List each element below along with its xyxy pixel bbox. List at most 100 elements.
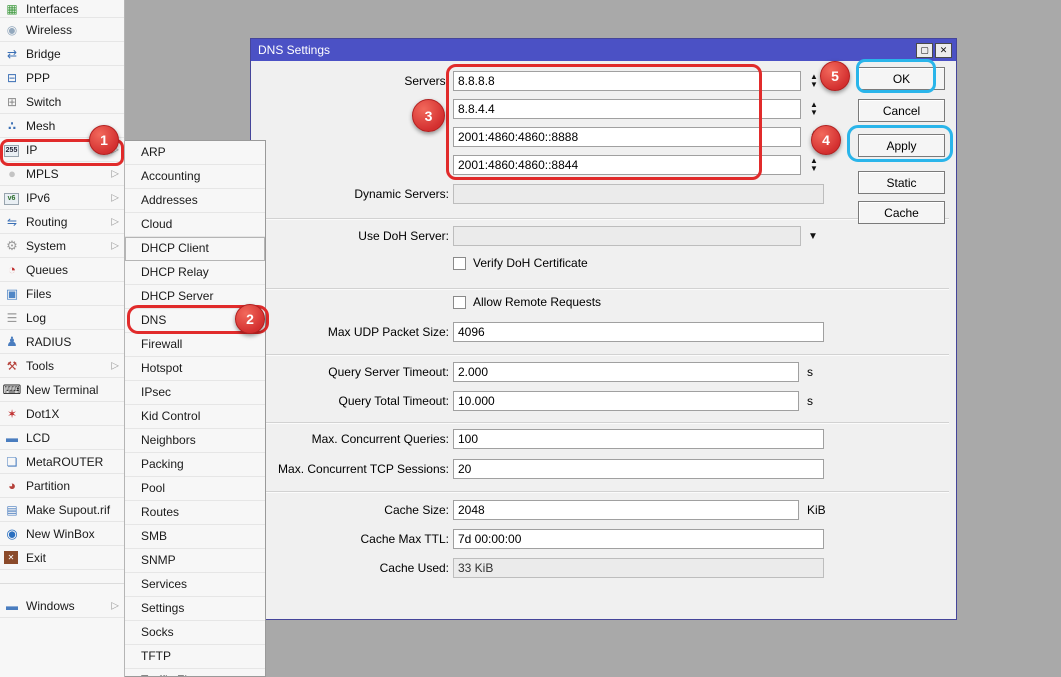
submenu-item-accounting[interactable]: Accounting <box>125 165 265 189</box>
sidebar-item-new-winbox[interactable]: New WinBox <box>0 522 124 546</box>
servers-spinner-2[interactable]: ▲▼ <box>807 99 821 119</box>
dropdown-arrow-icon[interactable]: ▼ <box>808 231 818 242</box>
submenu-item-kid-control[interactable]: Kid Control <box>125 405 265 429</box>
cache-used-label: Cache Used: <box>250 558 449 578</box>
use-doh-server-input[interactable] <box>453 226 801 246</box>
bridge-icon <box>4 46 20 62</box>
switch-icon <box>4 94 20 110</box>
submenu-item-cloud[interactable]: Cloud <box>125 213 265 237</box>
submenu-item-packing[interactable]: Packing <box>125 453 265 477</box>
servers-label: Servers: <box>250 71 449 91</box>
ok-button[interactable]: OK <box>858 67 945 90</box>
sidebar-item-bridge[interactable]: Bridge <box>0 42 124 66</box>
submenu-item-dns[interactable]: DNS <box>125 309 265 333</box>
submenu-item-traffic-flow[interactable]: Traffic Flow <box>125 669 265 677</box>
submenu-item-services[interactable]: Services <box>125 573 265 597</box>
sidebar-item-ipv6[interactable]: IPv6 ▷ <box>0 186 124 210</box>
servers-input-4[interactable] <box>453 155 801 175</box>
query-total-timeout-input[interactable] <box>453 391 799 411</box>
lcd-icon <box>4 430 20 446</box>
max-concurrent-queries-label: Max. Concurrent Queries: <box>250 429 449 449</box>
sidebar-item-ppp[interactable]: PPP <box>0 66 124 90</box>
sidebar-item-make-supout[interactable]: Make Supout.rif <box>0 498 124 522</box>
max-udp-packet-size-input[interactable] <box>453 322 824 342</box>
sidebar-item-routing[interactable]: Routing ▷ <box>0 210 124 234</box>
submenu-item-arp[interactable]: ARP <box>125 141 265 165</box>
sidebar-item-switch[interactable]: Switch <box>0 90 124 114</box>
close-icon[interactable]: ✕ <box>935 43 952 58</box>
group-separator <box>259 491 949 493</box>
ppp-icon <box>4 70 20 86</box>
ip-icon <box>4 145 19 157</box>
query-total-timeout-unit: s <box>807 391 813 411</box>
sidebar-item-queues[interactable]: Queues <box>0 258 124 282</box>
submenu-item-neighbors[interactable]: Neighbors <box>125 429 265 453</box>
cache-button[interactable]: Cache <box>858 201 945 224</box>
dialog-body: Servers: ▲▼ ▲▼ ▲▼ ▲▼ Dynamic Servers: Us… <box>251 61 956 619</box>
queues-icon <box>4 262 20 278</box>
submenu-item-dhcp-client[interactable]: DHCP Client <box>125 237 265 261</box>
servers-spinner-4[interactable]: ▲▼ <box>807 155 821 175</box>
sidebar-item-windows[interactable]: Windows ▷ <box>0 594 124 618</box>
submenu-item-hotspot[interactable]: Hotspot <box>125 357 265 381</box>
verify-doh-certificate-checkbox[interactable] <box>453 257 466 270</box>
dialog-titlebar[interactable]: DNS Settings ▢ ✕ <box>251 39 956 61</box>
partition-icon <box>4 478 20 494</box>
sidebar-item-radius[interactable]: RADIUS <box>0 330 124 354</box>
submenu-item-dhcp-relay[interactable]: DHCP Relay <box>125 261 265 285</box>
max-concurrent-queries-input[interactable] <box>453 429 824 449</box>
query-server-timeout-input[interactable] <box>453 362 799 382</box>
dot1x-icon <box>4 406 20 422</box>
sidebar-item-log[interactable]: Log <box>0 306 124 330</box>
apply-button[interactable]: Apply <box>858 134 945 157</box>
sidebar-item-metarouter[interactable]: MetaROUTER <box>0 450 124 474</box>
sidebar-item-system[interactable]: System ▷ <box>0 234 124 258</box>
submenu-arrow-icon: ▷ <box>111 192 119 203</box>
servers-input-2[interactable] <box>453 99 801 119</box>
submenu-item-dhcp-server[interactable]: DHCP Server <box>125 285 265 309</box>
sidebar-item-wireless[interactable]: Wireless <box>0 18 124 42</box>
sidebar-item-partition[interactable]: Partition <box>0 474 124 498</box>
cache-max-ttl-input[interactable] <box>453 529 824 549</box>
sidebar-item-lcd[interactable]: LCD <box>0 426 124 450</box>
submenu-item-snmp[interactable]: SNMP <box>125 549 265 573</box>
group-separator <box>259 354 949 356</box>
cache-size-input[interactable] <box>453 500 799 520</box>
cancel-button[interactable]: Cancel <box>858 99 945 122</box>
routing-icon <box>4 214 20 230</box>
submenu-item-addresses[interactable]: Addresses <box>125 189 265 213</box>
maximize-icon[interactable]: ▢ <box>916 43 933 58</box>
sidebar-item-files[interactable]: Files <box>0 282 124 306</box>
servers-spinner-3[interactable]: ▲▼ <box>807 127 821 147</box>
static-button[interactable]: Static <box>858 171 945 194</box>
servers-input-3[interactable] <box>453 127 801 147</box>
submenu-item-ipsec[interactable]: IPsec <box>125 381 265 405</box>
ipv6-icon <box>4 193 19 205</box>
submenu-item-socks[interactable]: Socks <box>125 621 265 645</box>
sidebar-item-new-terminal[interactable]: New Terminal <box>0 378 124 402</box>
sidebar-item-ip[interactable]: IP ▷ <box>0 138 124 162</box>
max-concurrent-tcp-sessions-input[interactable] <box>453 459 824 479</box>
query-server-timeout-label: Query Server Timeout: <box>250 362 449 382</box>
max-udp-packet-size-label: Max UDP Packet Size: <box>250 322 449 342</box>
submenu-item-smb[interactable]: SMB <box>125 525 265 549</box>
windows-icon <box>4 598 20 614</box>
submenu-item-tftp[interactable]: TFTP <box>125 645 265 669</box>
submenu-item-firewall[interactable]: Firewall <box>125 333 265 357</box>
submenu-item-pool[interactable]: Pool <box>125 477 265 501</box>
dialog-title: DNS Settings <box>258 43 330 57</box>
submenu-arrow-icon: ▷ <box>111 240 119 251</box>
sidebar-item-exit[interactable]: Exit <box>0 546 124 570</box>
submenu-item-routes[interactable]: Routes <box>125 501 265 525</box>
sidebar-item-interfaces[interactable]: Interfaces <box>0 0 124 18</box>
sidebar-item-tools[interactable]: Tools ▷ <box>0 354 124 378</box>
sidebar-item-mpls[interactable]: MPLS ▷ <box>0 162 124 186</box>
sidebar-item-mesh[interactable]: Mesh <box>0 114 124 138</box>
allow-remote-requests-checkbox[interactable] <box>453 296 466 309</box>
sidebar-item-dot1x[interactable]: Dot1X <box>0 402 124 426</box>
servers-spinner-1[interactable]: ▲▼ <box>807 71 821 91</box>
servers-input-1[interactable] <box>453 71 801 91</box>
terminal-icon <box>4 382 20 398</box>
submenu-item-settings[interactable]: Settings <box>125 597 265 621</box>
files-folder-icon <box>4 286 20 302</box>
